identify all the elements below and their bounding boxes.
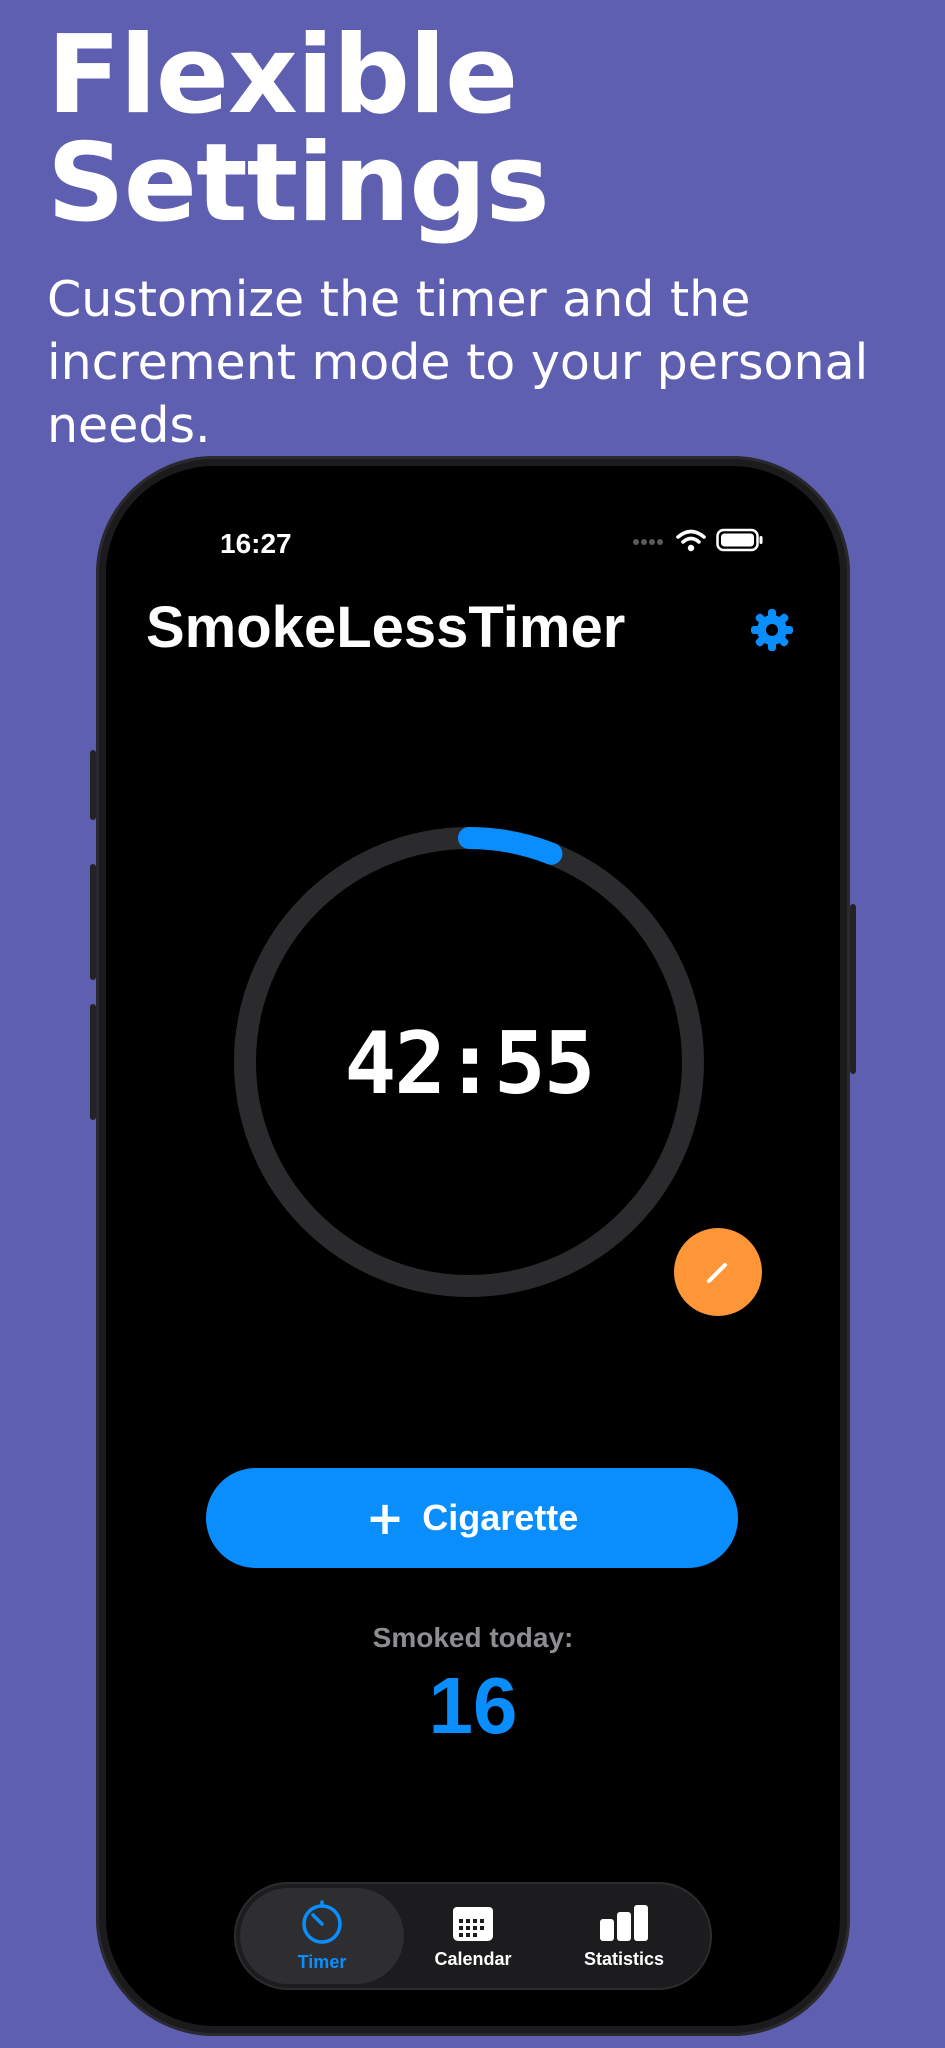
pencil-icon bbox=[707, 1263, 727, 1283]
tab-calendar-label: Calendar bbox=[434, 1948, 512, 1969]
timer-icon bbox=[302, 1899, 342, 1944]
smoked-today-label: Smoked today: bbox=[372, 1622, 574, 1653]
phone-power-button bbox=[850, 904, 856, 1074]
add-cigarette-label: Cigarette bbox=[422, 1497, 579, 1538]
gear-icon[interactable] bbox=[750, 608, 794, 652]
tab-timer-label: Timer bbox=[297, 1951, 347, 1972]
plus-icon: + bbox=[365, 1491, 405, 1545]
wifi-icon bbox=[676, 529, 706, 552]
edit-timer-button[interactable] bbox=[674, 1228, 762, 1316]
phone-screen: 16:27 SmokeLessTimer 42:55 + Cigarette S… bbox=[106, 466, 840, 2026]
status-time: 16:27 bbox=[220, 528, 292, 559]
timer-display: 42:55 bbox=[344, 1014, 596, 1114]
app-title: SmokeLessTimer bbox=[146, 595, 626, 660]
battery-icon bbox=[716, 528, 763, 552]
tab-bar: Timer Calendar Statistics bbox=[234, 1882, 712, 1990]
cellular-signal-icon bbox=[633, 539, 663, 545]
calendar-icon bbox=[453, 1906, 493, 1941]
tab-statistics-label: Statistics bbox=[583, 1948, 665, 1969]
add-cigarette-button[interactable]: + Cigarette bbox=[206, 1468, 738, 1568]
smoked-today-count: 16 bbox=[428, 1661, 518, 1750]
status-icons bbox=[632, 528, 764, 552]
phone-action-button bbox=[90, 750, 96, 820]
statistics-icon bbox=[600, 1904, 648, 1941]
tab-calendar[interactable]: Calendar bbox=[398, 1888, 548, 1984]
phone-volume-up-button bbox=[90, 864, 96, 980]
tab-statistics[interactable]: Statistics bbox=[549, 1888, 699, 1984]
tab-timer[interactable]: Timer bbox=[247, 1888, 397, 1984]
promo-subheadline: Customize the timer and the increment mo… bbox=[47, 271, 869, 454]
phone-frame: 16:27 SmokeLessTimer 42:55 + Cigarette S… bbox=[90, 456, 856, 2036]
phone-volume-down-button bbox=[90, 1004, 96, 1120]
promo-headline: Flexible Settings bbox=[47, 13, 550, 246]
